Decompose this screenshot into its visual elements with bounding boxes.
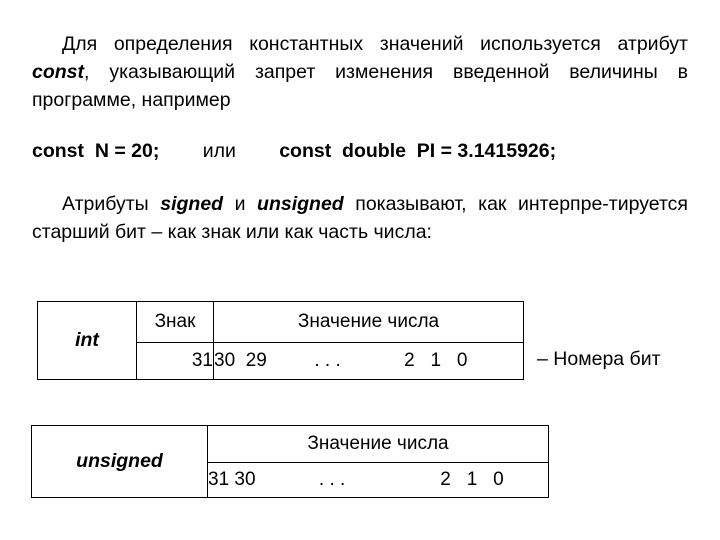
cell-header-value-unsigned: Значение числа	[207, 425, 549, 463]
code-separator-ili: или	[202, 140, 236, 162]
keyword-signed: signed	[160, 193, 224, 215]
slide-canvas: Для определения константных значений исп…	[0, 0, 720, 540]
code-statement-const-n: const N = 20;	[32, 140, 160, 162]
table-unsigned-bit-layout: unsigned Значение числа 31 30 . . . 2 1 …	[31, 425, 549, 498]
table-row: unsigned Значение числа	[31, 425, 549, 498]
code-gap-1	[159, 140, 202, 162]
cell-bit-value-indices-int: 30 29 . . . 2 1 0	[213, 342, 524, 380]
cell-type-unsigned: unsigned	[31, 425, 208, 498]
keyword-const: const	[32, 61, 85, 83]
cell-bit-sign-index: 31	[136, 342, 214, 380]
cell-header-sign: Знак	[136, 301, 214, 343]
paragraph-signed-text-part2: и	[223, 193, 258, 215]
cell-header-value-int: Значение числа	[213, 301, 524, 343]
table-int-bit-layout: int Знак Значение числа 31 30 29 . . . 2…	[37, 301, 524, 380]
paragraph-const-text-part2: , указывающий запрет изменения введенной…	[32, 61, 688, 111]
code-example-line: const N = 20; или const double PI = 3.14…	[32, 138, 688, 190]
paragraph-const: Для определения константных значений исп…	[32, 30, 688, 114]
bit-numbers-note: – Номера бит	[537, 348, 661, 370]
keyword-unsigned: unsigned	[257, 193, 344, 215]
cell-type-int: int	[37, 301, 137, 380]
paragraph-const-text-part1: Для определения константных значений исп…	[62, 33, 688, 55]
code-statement-const-pi: const double PI = 3.1415926;	[279, 140, 557, 162]
paragraph-signed-text-part1: Атрибуты	[62, 193, 161, 215]
paragraph-signed: Атрибуты signed и unsigned показывают, к…	[32, 190, 688, 246]
code-gap-2	[236, 140, 279, 162]
table-row: int Знак Значение числа	[37, 301, 524, 380]
cell-bit-value-indices-unsigned: 31 30 . . . 2 1 0	[207, 462, 549, 498]
